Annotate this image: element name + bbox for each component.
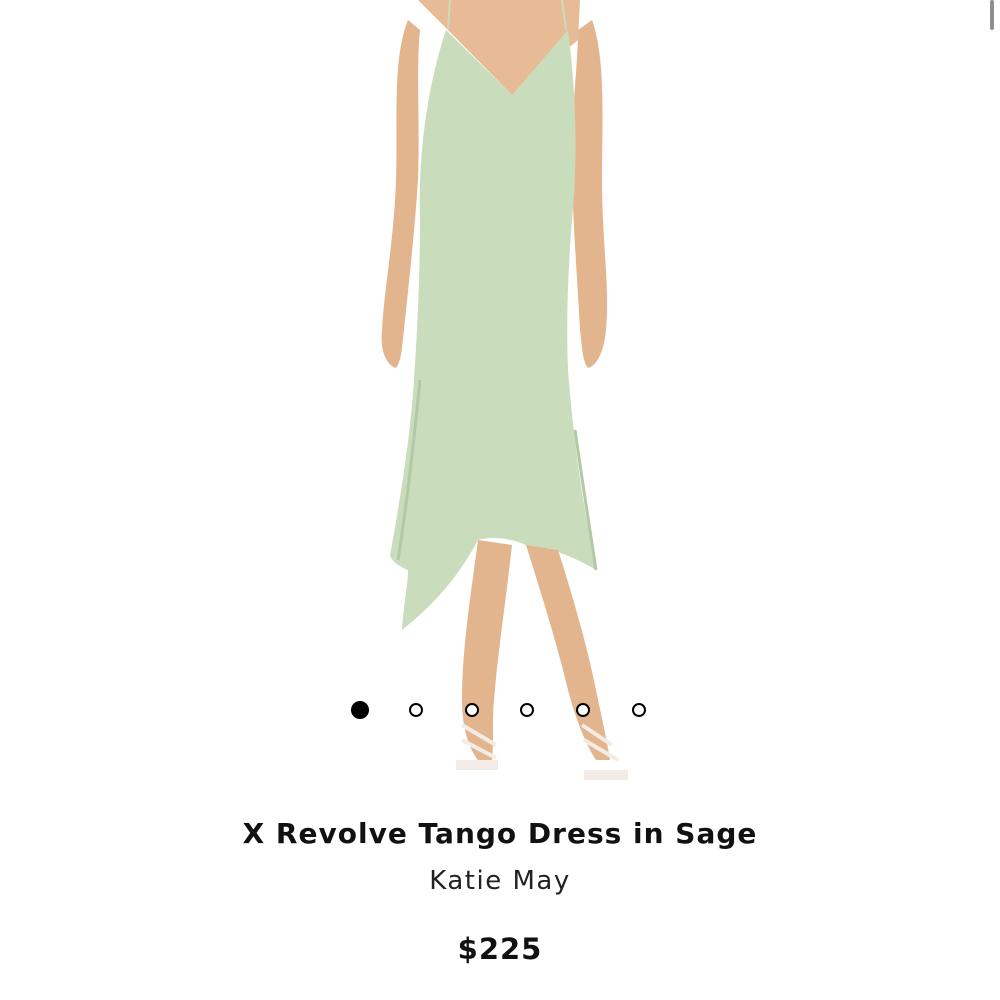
carousel-dots: [0, 701, 1000, 723]
carousel-dot-5[interactable]: [576, 703, 590, 717]
carousel-dot-4[interactable]: [520, 703, 534, 717]
carousel-dot-2[interactable]: [409, 703, 423, 717]
carousel-dot-6[interactable]: [632, 703, 646, 717]
product-price: $225: [457, 932, 543, 966]
product-gallery[interactable]: [0, 0, 1000, 800]
product-title: X Revolve Tango Dress in Sage: [242, 817, 758, 850]
product-brand[interactable]: Katie May: [0, 866, 1000, 896]
carousel-dot-1[interactable]: [351, 701, 369, 719]
carousel-dot-3[interactable]: [465, 703, 479, 717]
product-photo[interactable]: [0, 0, 1000, 800]
